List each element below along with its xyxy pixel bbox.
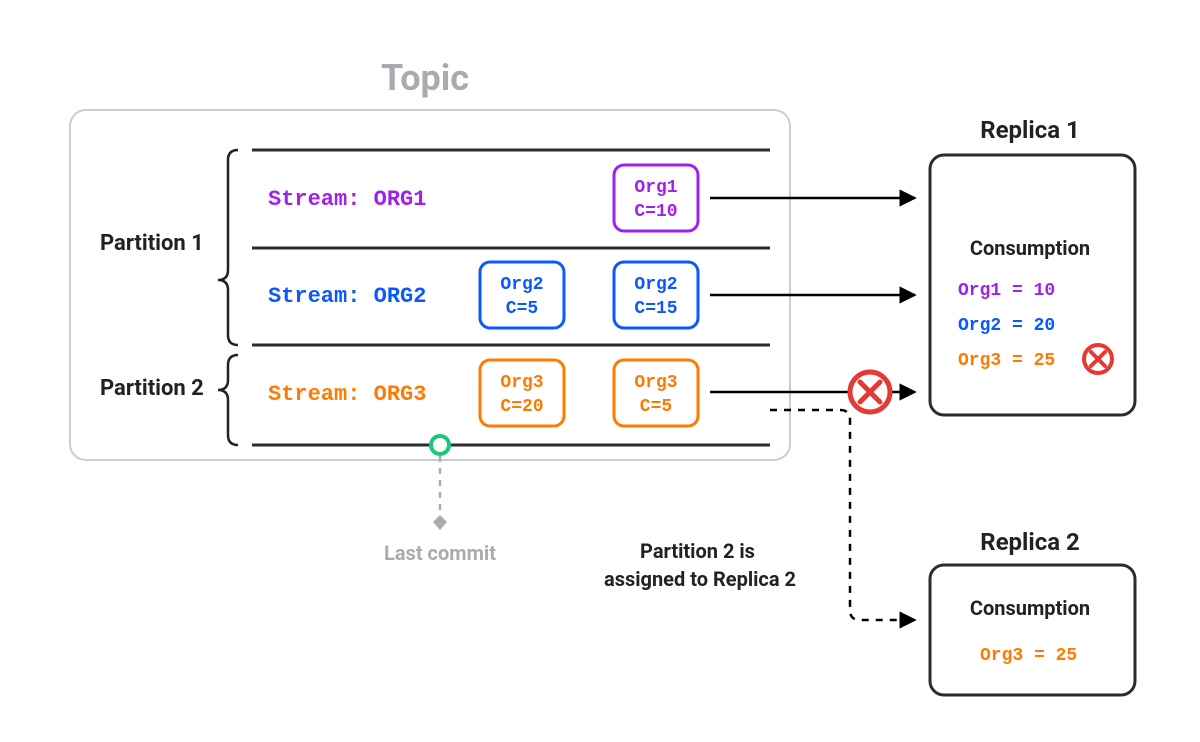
event-org3-1-org: Org3 xyxy=(500,373,543,393)
replica-2-consumption-label: Consumption xyxy=(970,596,1090,620)
event-org3-2-org: Org3 xyxy=(634,373,677,393)
stream-org3-label: Stream: ORG3 xyxy=(268,382,426,407)
topic-title: Topic xyxy=(381,57,469,99)
partition-1-bracket xyxy=(218,150,238,345)
event-org2-1-org: Org2 xyxy=(500,275,543,295)
failure-icon-arrow xyxy=(850,372,890,412)
last-commit-label: Last commit xyxy=(384,541,496,565)
replica-1-consumption-label: Consumption xyxy=(970,236,1090,260)
replica-2-row-org3: Org3 = 25 xyxy=(980,646,1077,666)
event-org2-c5: Org2 C=5 xyxy=(480,262,564,328)
replica-1-row-org2: Org2 = 20 xyxy=(958,316,1055,336)
stream-org1-label: Stream: ORG1 xyxy=(268,187,426,212)
reassign-note: Partition 2 is assigned to Replica 2 xyxy=(604,539,796,591)
diagram-canvas: Topic Partition 1 Partition 2 Stream: OR… xyxy=(0,0,1200,742)
replica-1-row-org1: Org1 = 10 xyxy=(958,281,1055,301)
last-commit-marker xyxy=(431,436,449,530)
event-org1-c: C=10 xyxy=(634,202,677,222)
partition-2-bracket xyxy=(218,355,238,445)
event-org3-c20: Org3 C=20 xyxy=(480,360,564,426)
failure-icon-row xyxy=(1084,345,1112,373)
partition-1-label: Partition 1 xyxy=(100,231,204,256)
event-org1-org: Org1 xyxy=(634,178,677,198)
event-org2-1-c: C=5 xyxy=(506,299,538,319)
stream-org2-label: Stream: ORG2 xyxy=(268,284,426,309)
replica-1-title: Replica 1 xyxy=(980,116,1080,144)
replica-2-box xyxy=(930,565,1135,695)
replica-2-title: Replica 2 xyxy=(980,528,1080,556)
partition-2-label: Partition 2 xyxy=(100,376,204,401)
event-org3-c5: Org3 C=5 xyxy=(614,360,698,426)
replica-1-row-org3: Org3 = 25 xyxy=(958,351,1055,371)
event-org3-1-c: C=20 xyxy=(500,397,543,417)
event-org1-c10: Org1 C=10 xyxy=(614,165,698,231)
event-org3-2-c: C=5 xyxy=(640,397,672,417)
event-org2-2-c: C=15 xyxy=(634,299,677,319)
event-org2-2-org: Org2 xyxy=(634,275,677,295)
event-org2-c15: Org2 C=15 xyxy=(614,262,698,328)
topic-box xyxy=(70,110,790,460)
